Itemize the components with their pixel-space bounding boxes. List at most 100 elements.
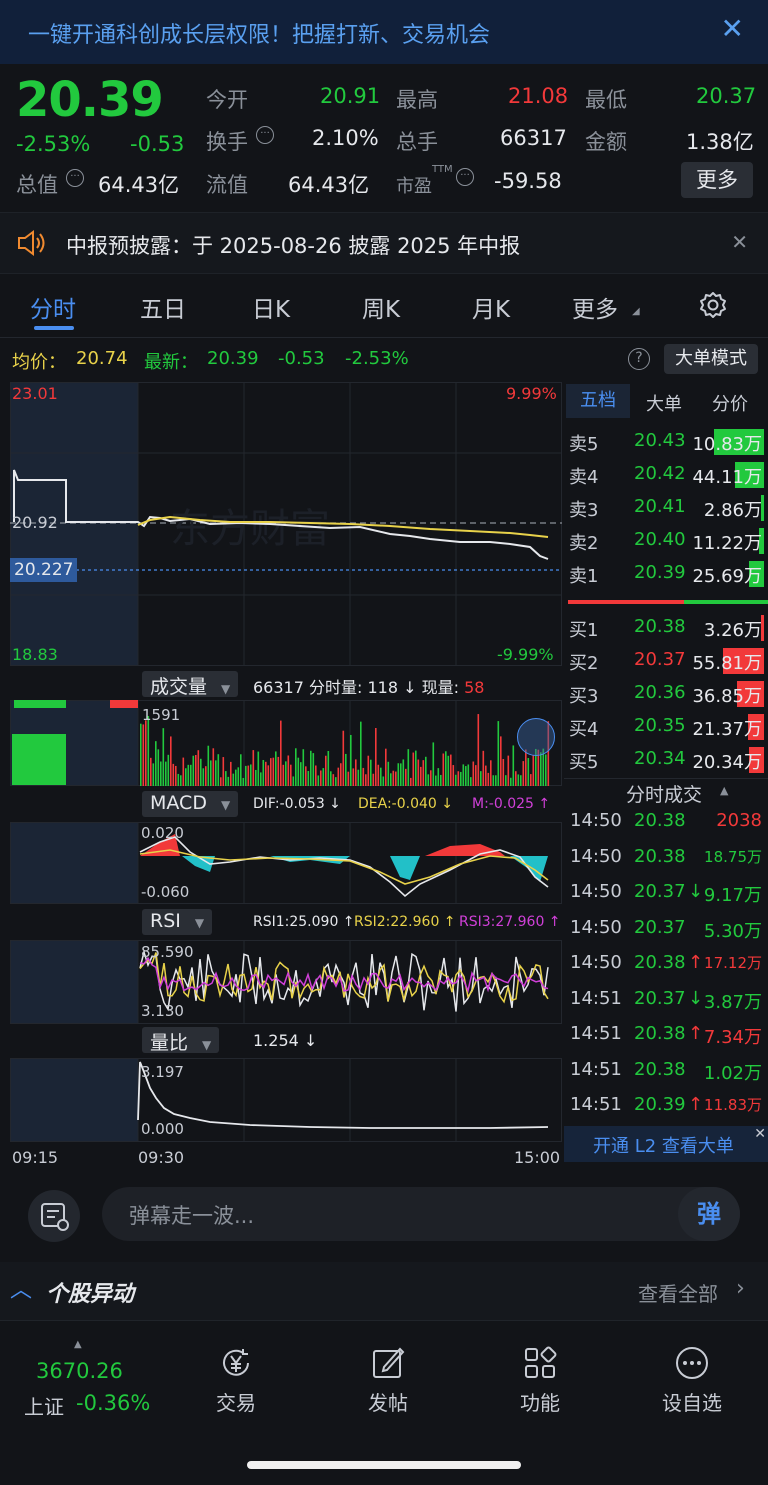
volume-bar <box>317 775 320 786</box>
book-tab-level5[interactable]: 五档 <box>566 384 630 418</box>
macd-chart-svg <box>137 822 549 904</box>
volume-bar <box>507 755 510 786</box>
volume-bar <box>430 770 432 786</box>
time-label-start: 09:15 <box>12 1148 59 1167</box>
volume-bar <box>277 756 280 786</box>
tab-daily-k[interactable]: 日K <box>252 290 290 324</box>
volume-bar <box>405 768 407 786</box>
ask-level-row[interactable]: 卖3 20.41 2.86万 <box>564 492 768 525</box>
macd-indicator-selector[interactable]: MACD ▼ <box>142 791 239 817</box>
volume-bar <box>487 772 490 786</box>
avg-value: 20.74 <box>76 348 128 369</box>
rsi-bottom-label: 3.130 <box>141 1002 184 1020</box>
nav-watchlist[interactable]: 设自选 <box>637 1345 747 1416</box>
dropdown-icon: ▼ <box>194 916 205 930</box>
promo-banner[interactable]: 一键开通科创成长层权限！把握打新、交易机会 ✕ <box>0 0 768 64</box>
info-icon[interactable]: ··· <box>456 168 474 186</box>
ticks-title[interactable]: 分时成交 <box>626 780 702 807</box>
volume-bar <box>407 749 410 786</box>
bid-price: 20.34 <box>634 748 686 769</box>
l2-upsell-text[interactable]: 开通 L2 查看大单 <box>593 1132 734 1158</box>
bid-level-row[interactable]: 买1 20.38 3.26万 <box>564 612 768 645</box>
volume-bar <box>365 774 367 786</box>
chevron-up-icon[interactable]: ▲ <box>720 784 728 797</box>
stock-movers-section[interactable]: ︿ 个股异动 查看全部 › <box>0 1262 768 1320</box>
tick-direction: ↓ <box>688 987 704 1009</box>
more-button[interactable]: 更多 <box>681 162 753 198</box>
close-icon[interactable]: ✕ <box>721 12 744 45</box>
up-triangle-icon: ▲ <box>74 1339 82 1350</box>
bid-price: 20.36 <box>634 682 686 703</box>
danmu-input[interactable]: 弹幕走一波... 弹 <box>102 1187 740 1241</box>
volume-ratio-selector[interactable]: 量比 ▼ <box>142 1027 220 1054</box>
index-name[interactable]: 上证 <box>24 1391 64 1420</box>
rsi-indicator-selector[interactable]: RSI ▼ <box>142 909 213 935</box>
big-order-mode-button[interactable]: 大单模式 <box>664 344 758 374</box>
ask-level-row[interactable]: 卖1 20.39 25.69万 <box>564 558 768 591</box>
danmu-bar: 弹幕走一波... 弹 <box>0 1170 768 1260</box>
current-volume: 58 <box>464 678 485 697</box>
nav-post-label: 发帖 <box>368 1391 408 1415</box>
tab-more[interactable]: 更多 <box>572 290 618 324</box>
tab-5day[interactable]: 五日 <box>140 290 186 324</box>
book-tab-price-dist[interactable]: 分价 <box>712 390 748 416</box>
nav-trade[interactable]: 交易 <box>181 1345 291 1416</box>
ask-level-row[interactable]: 卖5 20.43 10.83万 <box>564 426 768 459</box>
volume-bar <box>415 750 417 786</box>
close-icon[interactable]: ✕ <box>731 230 748 254</box>
notice-text: 中报预披露：于 2025-08-26 披露 2025 年中报 <box>66 234 521 258</box>
volume-bar <box>265 761 267 786</box>
trade-tick-row: 14:50 20.37 5.30万 <box>564 913 768 948</box>
nav-post[interactable]: 发帖 <box>333 1345 443 1416</box>
settings-gear-icon[interactable] <box>698 290 728 320</box>
tab-weekly-k[interactable]: 周K <box>362 290 400 324</box>
ask-level-row[interactable]: 卖4 20.42 44.11万 <box>564 459 768 492</box>
bid-volume: 20.34万 <box>692 752 762 773</box>
danmu-placeholder: 弹幕走一波... <box>129 1204 255 1228</box>
bid-level-row[interactable]: 买4 20.35 21.37万 <box>564 711 768 744</box>
volume-bar <box>182 757 185 786</box>
volume-bar <box>395 771 397 786</box>
trade-tick-row: 14:51 20.38 1.02万 <box>564 1055 768 1090</box>
promo-banner-text[interactable]: 一键开通科创成长层权限！把握打新、交易机会 <box>28 17 490 49</box>
tick-volume: 3.87万 <box>703 991 762 1013</box>
index-pct[interactable]: -0.36% <box>76 1391 150 1415</box>
volume-bar <box>312 753 315 786</box>
danmu-settings-button[interactable] <box>28 1190 80 1242</box>
volume-bar <box>470 777 472 786</box>
volume-bar <box>285 761 287 786</box>
volume-bar <box>532 755 535 786</box>
change-amount: -0.53 <box>130 132 185 156</box>
help-icon[interactable]: ? <box>628 348 650 370</box>
notice-bar[interactable]: 中报预披露：于 2025-08-26 披露 2025 年中报 ✕ <box>0 212 768 274</box>
info-icon[interactable]: ··· <box>66 169 84 187</box>
book-tab-big-orders[interactable]: 大单 <box>646 390 682 416</box>
macd-dif: DIF:-0.053 ↓ <box>253 796 341 812</box>
dropdown-icon: ▼ <box>220 798 231 812</box>
l2-upsell[interactable]: 开通 L2 查看大单 ✕ <box>564 1126 768 1162</box>
tick-time: 14:51 <box>570 1058 622 1080</box>
volume-bar <box>305 766 307 786</box>
tab-monthly-k[interactable]: 月K <box>472 290 510 324</box>
fullscreen-toggle-icon[interactable] <box>517 718 555 756</box>
chevron-right-icon[interactable]: › <box>736 1276 745 1301</box>
view-all-link[interactable]: 查看全部 <box>638 1278 718 1307</box>
index-value[interactable]: 3670.26 <box>36 1359 123 1383</box>
rsi1-value: RSI1:25.090 ↑ <box>253 914 355 930</box>
ask-level-row[interactable]: 卖2 20.40 11.22万 <box>564 525 768 558</box>
danmu-send-button[interactable]: 弹 <box>678 1187 740 1241</box>
bid-level-row[interactable]: 买5 20.34 20.34万 <box>564 744 768 777</box>
nav-functions[interactable]: 功能 <box>485 1345 595 1416</box>
volume-indicator-selector[interactable]: 成交量 ▼ <box>142 671 239 698</box>
bid-label: 买3 <box>569 686 599 707</box>
volume-bar <box>240 754 242 786</box>
bid-level-row[interactable]: 买2 20.37 55.81万 <box>564 645 768 678</box>
volume-bar <box>257 751 260 786</box>
info-icon[interactable]: ··· <box>256 126 274 144</box>
volume-bar <box>302 749 305 786</box>
chevron-up-icon[interactable]: ︿ <box>10 1272 32 1304</box>
bid-level-row[interactable]: 买3 20.36 36.85万 <box>564 678 768 711</box>
tab-intraday[interactable]: 分时 <box>30 290 76 324</box>
dropdown-icon: ▼ <box>202 1038 212 1052</box>
close-icon[interactable]: ✕ <box>754 1126 766 1142</box>
